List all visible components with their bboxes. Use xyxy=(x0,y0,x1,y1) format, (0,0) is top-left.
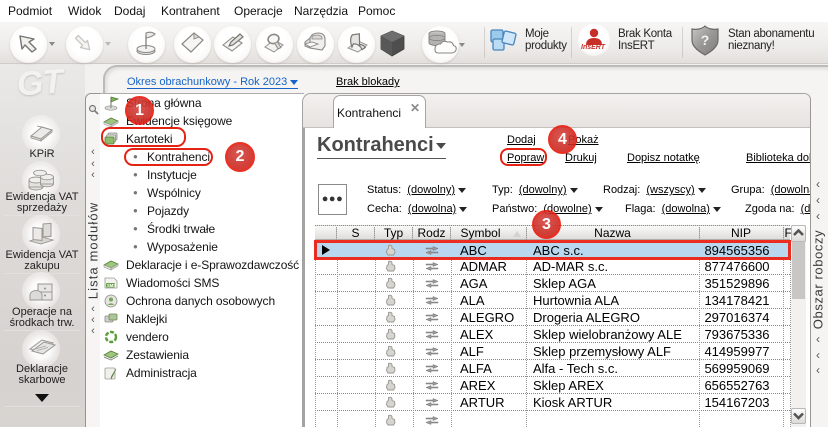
svg-text:SMS: SMS xyxy=(107,283,116,288)
svg-text:?: ? xyxy=(701,32,710,48)
